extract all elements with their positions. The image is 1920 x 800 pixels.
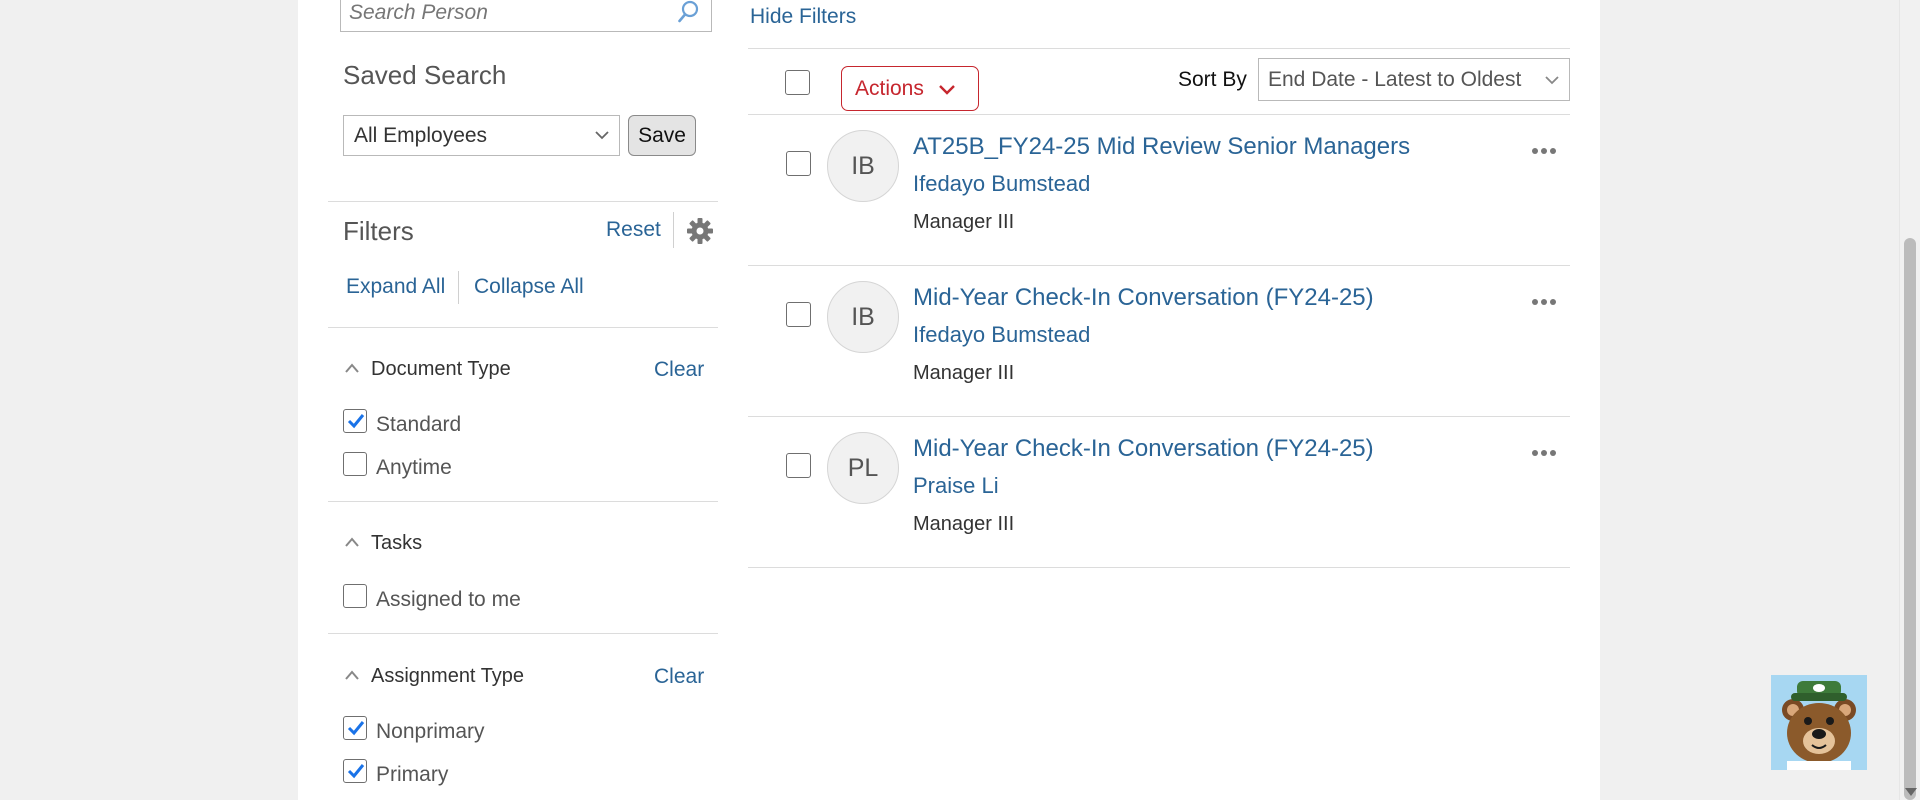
divider: [328, 501, 718, 502]
section-title-document-type[interactable]: Document Type: [371, 358, 511, 381]
result-title-link[interactable]: Mid-Year Check-In Conversation (FY24-25): [913, 284, 1374, 312]
hide-filters-link[interactable]: Hide Filters: [750, 5, 856, 29]
result-role: Manager III: [913, 211, 1015, 233]
result-person-link[interactable]: Ifedayo Bumstead: [913, 322, 1090, 348]
search-person-field[interactable]: [340, 0, 712, 32]
divider: [748, 265, 1570, 266]
chevron-up-icon[interactable]: [344, 362, 360, 374]
row-checkbox[interactable]: [786, 151, 811, 176]
divider: [328, 327, 718, 328]
row-checkbox[interactable]: [786, 302, 811, 327]
gear-icon[interactable]: [686, 217, 714, 245]
checkmark-icon: [347, 721, 365, 736]
expand-all-link[interactable]: Expand All: [346, 275, 445, 299]
chevron-down-icon: [595, 131, 609, 140]
more-options-icon[interactable]: [1531, 298, 1557, 306]
option-label-standard: Standard: [376, 413, 462, 436]
divider: [328, 633, 718, 634]
chevron-up-icon[interactable]: [344, 669, 360, 681]
actions-button[interactable]: Actions: [841, 66, 979, 111]
divider: [673, 212, 674, 248]
avatar: IB: [827, 130, 899, 202]
avatar: IB: [827, 281, 899, 353]
reset-link[interactable]: Reset: [606, 218, 661, 242]
saved-search-value: All Employees: [354, 124, 488, 147]
actions-label: Actions: [855, 76, 924, 100]
more-options-icon[interactable]: [1531, 449, 1557, 457]
result-person-link[interactable]: Praise Li: [913, 473, 999, 499]
divider: [328, 201, 718, 202]
saved-search-select[interactable]: All Employees: [343, 115, 620, 156]
sort-by-label: Sort By: [1178, 68, 1247, 91]
divider: [748, 114, 1570, 115]
chevron-up-icon[interactable]: [344, 536, 360, 548]
option-label-anytime: Anytime: [376, 456, 452, 479]
scroll-down-arrow-icon[interactable]: [1905, 788, 1917, 796]
chevron-down-icon: [1545, 76, 1559, 85]
section-title-assignment-type[interactable]: Assignment Type: [371, 665, 524, 688]
search-person-input[interactable]: [341, 0, 661, 29]
checkbox-standard[interactable]: [343, 409, 367, 433]
select-all-checkbox[interactable]: [785, 70, 810, 95]
clear-document-type-link[interactable]: Clear: [654, 358, 704, 382]
option-label-assigned-to-me: Assigned to me: [376, 588, 521, 611]
save-button[interactable]: Save: [628, 115, 696, 156]
row-checkbox[interactable]: [786, 453, 811, 478]
divider: [748, 567, 1570, 568]
divider: [458, 271, 459, 304]
sort-by-select[interactable]: End Date - Latest to Oldest: [1258, 58, 1570, 101]
section-title-tasks[interactable]: Tasks: [371, 532, 422, 555]
checkbox-primary[interactable]: [343, 759, 367, 783]
result-role: Manager III: [913, 513, 1015, 535]
saved-search-title: Saved Search: [343, 60, 507, 90]
result-role: Manager III: [913, 362, 1015, 384]
more-options-icon[interactable]: [1531, 147, 1557, 155]
divider: [748, 416, 1570, 417]
checkbox-assigned-to-me[interactable]: [343, 584, 367, 608]
option-label-nonprimary: Nonprimary: [376, 720, 485, 743]
result-title-link[interactable]: Mid-Year Check-In Conversation (FY24-25): [913, 435, 1374, 463]
checkbox-anytime[interactable]: [343, 452, 367, 476]
sort-by-value: End Date - Latest to Oldest: [1268, 68, 1522, 91]
vertical-scrollbar[interactable]: [1899, 0, 1920, 800]
collapse-all-link[interactable]: Collapse All: [474, 275, 584, 299]
result-person-link[interactable]: Ifedayo Bumstead: [913, 171, 1090, 197]
option-label-primary: Primary: [376, 763, 449, 786]
scrollbar-thumb[interactable]: [1904, 238, 1916, 800]
bear-mascot-icon[interactable]: [1771, 675, 1867, 770]
checkbox-nonprimary[interactable]: [343, 716, 367, 740]
result-title-link[interactable]: AT25B_FY24-25 Mid Review Senior Managers: [913, 133, 1410, 161]
chevron-down-icon: [939, 85, 955, 95]
checkmark-icon: [347, 414, 365, 429]
avatar: PL: [827, 432, 899, 504]
search-icon[interactable]: [677, 0, 701, 25]
divider: [748, 48, 1570, 49]
filters-title: Filters: [343, 216, 414, 246]
checkmark-icon: [347, 764, 365, 779]
clear-assignment-type-link[interactable]: Clear: [654, 665, 704, 689]
